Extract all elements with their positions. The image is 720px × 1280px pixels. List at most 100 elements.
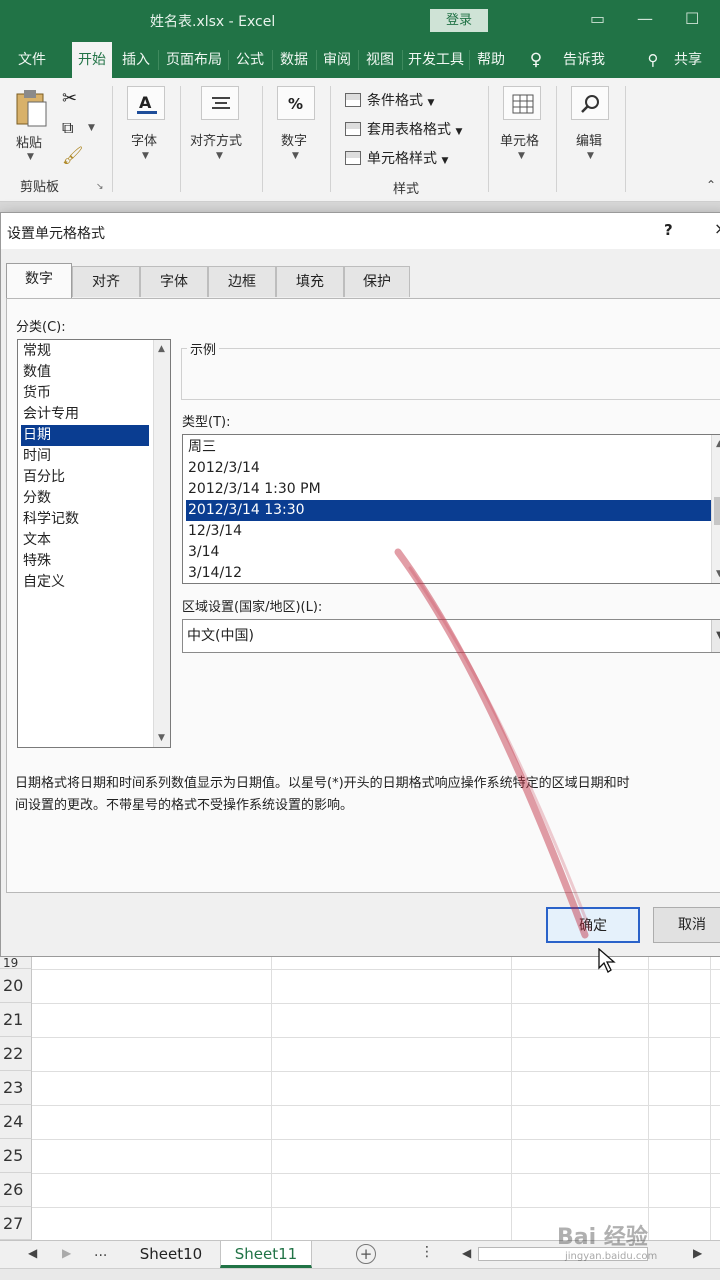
category-item[interactable]: 常规: [21, 341, 149, 362]
cells-button-label[interactable]: 单元格: [500, 130, 539, 149]
tab-number[interactable]: 数字: [6, 263, 72, 299]
maximize-icon[interactable]: ☐: [685, 9, 699, 28]
category-item[interactable]: 会计专用: [21, 404, 149, 425]
alignment-dropdown-icon[interactable]: ▼: [216, 151, 223, 161]
tab-alignment[interactable]: 对齐: [72, 266, 140, 297]
help-button[interactable]: ?: [664, 221, 673, 239]
category-item[interactable]: 文本: [21, 530, 149, 551]
row-header[interactable]: 27: [0, 1207, 32, 1240]
row-header[interactable]: 21: [0, 1003, 32, 1037]
copy-icon[interactable]: ⧉: [62, 118, 73, 138]
tab-help[interactable]: 帮助: [471, 42, 511, 78]
table-format-button[interactable]: 套用表格格式 ▼: [345, 119, 462, 139]
category-item[interactable]: 数值: [21, 362, 149, 383]
scroll-up-icon[interactable]: ▲: [716, 439, 720, 449]
conditional-format-button[interactable]: 条件格式 ▼: [345, 90, 434, 110]
category-item-selected[interactable]: 日期: [21, 425, 149, 446]
cut-icon[interactable]: ✂: [62, 88, 77, 109]
add-sheet-button[interactable]: +: [356, 1244, 376, 1264]
share-button[interactable]: 共享: [668, 42, 708, 78]
tab-formulas[interactable]: 公式: [230, 42, 270, 78]
row-header[interactable]: 25: [0, 1139, 32, 1173]
chevron-down-icon[interactable]: ▼: [711, 620, 720, 652]
percent-icon[interactable]: %: [277, 86, 315, 120]
tab-view[interactable]: 视图: [360, 42, 400, 78]
copy-dropdown-icon[interactable]: ▼: [88, 123, 95, 133]
paste-button-label[interactable]: 粘贴: [16, 132, 42, 151]
tab-protection[interactable]: 保护: [344, 266, 410, 297]
category-item[interactable]: 百分比: [21, 467, 149, 488]
cell-styles-button[interactable]: 单元格样式 ▼: [345, 148, 448, 168]
type-item[interactable]: 12/3/14: [186, 521, 713, 542]
font-button-label[interactable]: 字体: [131, 130, 157, 149]
alignment-icon[interactable]: [201, 86, 239, 120]
tab-font[interactable]: 字体: [140, 266, 208, 297]
category-item[interactable]: 特殊: [21, 551, 149, 572]
tab-border[interactable]: 边框: [208, 266, 276, 297]
tab-fill[interactable]: 填充: [276, 266, 344, 297]
svg-text:A: A: [139, 93, 152, 112]
font-dropdown-icon[interactable]: ▼: [142, 151, 149, 161]
watermark-text: Bai 经验: [557, 1225, 648, 1250]
prev-sheet-icon[interactable]: ◀: [28, 1246, 37, 1260]
tab-developer[interactable]: 开发工具: [404, 42, 468, 78]
scroll-thumb[interactable]: [714, 497, 720, 525]
scroll-up-icon[interactable]: ▲: [158, 344, 165, 354]
cells-icon[interactable]: [503, 86, 541, 120]
more-sheets-button[interactable]: ...: [94, 1244, 107, 1260]
paste-dropdown-icon[interactable]: ▼: [27, 152, 34, 162]
cancel-button[interactable]: 取消: [653, 907, 720, 943]
format-painter-icon[interactable]: 🖌: [62, 146, 84, 166]
category-item[interactable]: 自定义: [21, 572, 149, 593]
number-dropdown-icon[interactable]: ▼: [292, 151, 299, 161]
number-button-label[interactable]: 数字: [281, 130, 307, 149]
login-button[interactable]: 登录: [430, 9, 488, 32]
tab-insert[interactable]: 插入: [117, 42, 155, 78]
row-header[interactable]: 20: [0, 969, 32, 1003]
row-header[interactable]: 26: [0, 1173, 32, 1207]
category-item[interactable]: 时间: [21, 446, 149, 467]
type-item[interactable]: 2012/3/14: [186, 458, 713, 479]
minimize-icon[interactable]: —: [637, 9, 653, 28]
tell-me-search[interactable]: 告诉我: [556, 42, 612, 78]
tab-data[interactable]: 数据: [274, 42, 314, 78]
sheet-tab-active[interactable]: Sheet11: [220, 1241, 312, 1268]
sheet-tab[interactable]: Sheet10: [124, 1241, 218, 1268]
alignment-button-label[interactable]: 对齐方式: [190, 130, 242, 149]
row-header[interactable]: 22: [0, 1037, 32, 1071]
type-item[interactable]: 周三: [186, 437, 713, 458]
row-header[interactable]: 23: [0, 1071, 32, 1105]
font-icon[interactable]: A: [127, 86, 165, 120]
category-item[interactable]: 科学记数: [21, 509, 149, 530]
category-scrollbar[interactable]: ▲ ▼: [153, 340, 170, 747]
type-label: 类型(T):: [182, 415, 231, 430]
restore-ribbon-icon[interactable]: ▭: [590, 9, 605, 28]
category-item[interactable]: 分数: [21, 488, 149, 509]
category-listbox[interactable]: 常规 数值 货币 会计专用 日期 时间 百分比 分数 科学记数 文本 特殊 自定…: [17, 339, 171, 748]
scroll-down-icon[interactable]: ▼: [158, 733, 165, 743]
tab-split-handle[interactable]: ⋮: [420, 1244, 434, 1260]
type-item-selected[interactable]: 2012/3/14 13:30: [186, 500, 713, 521]
dialog-launcher-icon[interactable]: ↘: [96, 182, 104, 192]
scroll-left-icon[interactable]: ◀: [462, 1246, 471, 1260]
tab-review[interactable]: 审阅: [318, 42, 356, 78]
type-scrollbar[interactable]: ▲ ▼: [711, 435, 720, 583]
row-header[interactable]: 24: [0, 1105, 32, 1139]
row-header[interactable]: 19: [0, 957, 32, 969]
paste-icon[interactable]: [14, 88, 48, 128]
worksheet-grid[interactable]: 19 20 21 22 23 24 25 26 27: [0, 957, 720, 1240]
cells-dropdown-icon[interactable]: ▼: [518, 151, 525, 161]
close-icon[interactable]: ×: [714, 219, 720, 238]
editing-button-label[interactable]: 编辑: [576, 130, 602, 149]
next-sheet-icon[interactable]: ▶: [62, 1246, 71, 1260]
editing-dropdown-icon[interactable]: ▼: [587, 151, 594, 161]
lightbulb-icon[interactable]: ♀: [524, 42, 548, 78]
tab-file[interactable]: 文件: [6, 42, 58, 78]
collapse-ribbon-icon[interactable]: ⌃: [706, 178, 716, 192]
type-item[interactable]: 2012/3/14 1:30 PM: [186, 479, 713, 500]
category-item[interactable]: 货币: [21, 383, 149, 404]
tab-page-layout[interactable]: 页面布局: [161, 42, 227, 78]
search-icon[interactable]: [571, 86, 609, 120]
tab-home[interactable]: 开始: [72, 42, 112, 78]
scroll-down-icon[interactable]: ▼: [716, 569, 720, 579]
